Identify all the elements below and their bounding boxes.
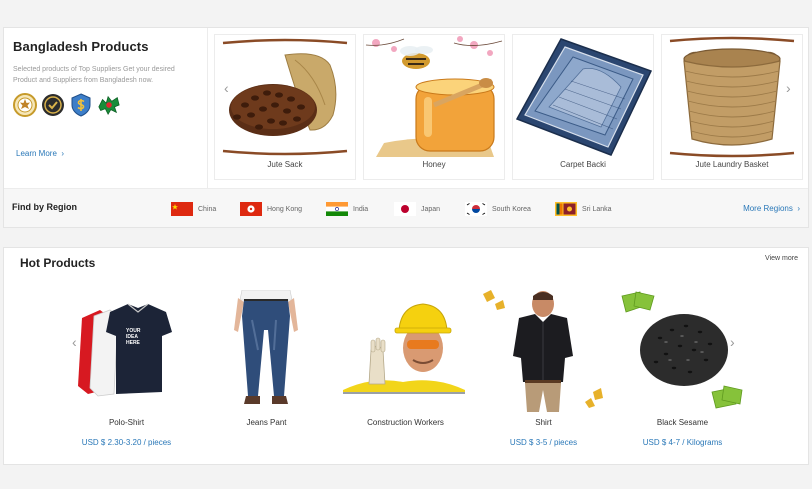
view-more-link[interactable]: View more bbox=[765, 255, 798, 262]
hot-product-construction-workers[interactable]: Construction Workers bbox=[343, 290, 468, 450]
region-label: India bbox=[353, 205, 369, 213]
hot-product-black-sesame[interactable]: Black Sesame USD $ 4-7 / Kilograms bbox=[620, 290, 745, 450]
polo-shirt-image: YOUR IDEA HERE bbox=[64, 290, 189, 414]
region-label: Sri Lanka bbox=[582, 205, 612, 213]
product-price: USD $ 3-5 / pieces bbox=[509, 438, 578, 447]
product-caption: Jute Sack bbox=[267, 160, 303, 169]
svg-text:HERE: HERE bbox=[126, 340, 141, 346]
region-label: Hong Kong bbox=[267, 205, 303, 213]
product-name: Jeans Pant bbox=[246, 418, 287, 427]
carpet-image bbox=[513, 35, 653, 159]
product-name: Construction Workers bbox=[367, 418, 444, 427]
region-japan[interactable]: Japan bbox=[394, 202, 440, 216]
hot-product-polo-shirt[interactable]: YOUR IDEA HERE Polo-Shirt USD $ 2.30-3.2… bbox=[64, 290, 189, 450]
black-sesame-image bbox=[620, 290, 745, 414]
verified-seal-badge-icon bbox=[41, 93, 65, 117]
bangladesh-intro: Bangladesh Products Selected products of… bbox=[4, 28, 208, 188]
region-label: South Korea bbox=[492, 205, 531, 213]
product-card-jute-laundry-basket[interactable]: Jute Laundry Basket bbox=[661, 34, 803, 180]
india-flag-icon bbox=[326, 202, 348, 216]
hot-product-shirt[interactable]: Shirt USD $ 3-5 / pieces bbox=[481, 290, 606, 450]
sri-lanka-flag-icon bbox=[555, 202, 577, 216]
gold-maple-badge-icon bbox=[13, 93, 37, 117]
product-price: USD $ 4-7 / Kilograms bbox=[642, 438, 723, 447]
product-name: Polo-Shirt bbox=[108, 418, 145, 427]
region-china[interactable]: China bbox=[171, 202, 216, 216]
south-korea-flag-icon bbox=[465, 202, 487, 216]
more-regions-label: More Regions bbox=[743, 204, 793, 213]
bangladesh-carousel: Jute Sack Honey Carpet Backi Jute Laundr… bbox=[214, 34, 810, 180]
bangladesh-title: Bangladesh Products bbox=[13, 39, 149, 54]
product-price: USD $ 2.30-3.20 / pieces bbox=[81, 438, 172, 447]
region-label: China bbox=[198, 205, 217, 213]
region-south-korea[interactable]: South Korea bbox=[465, 202, 531, 216]
product-card-carpet-backi[interactable]: Carpet Backi bbox=[512, 34, 654, 180]
region-india[interactable]: India bbox=[326, 202, 368, 216]
region-label: Japan bbox=[421, 205, 441, 213]
hot-product-jeans-pant[interactable]: Jeans Pant bbox=[204, 289, 329, 450]
product-card-honey[interactable]: Honey bbox=[363, 34, 505, 180]
product-caption: Jute Laundry Basket bbox=[695, 160, 769, 169]
construction-worker-image bbox=[343, 290, 468, 414]
jute-basket-image bbox=[662, 35, 802, 159]
carousel-next-chevron-right-icon[interactable]: › bbox=[786, 80, 791, 96]
japan-flag-icon bbox=[394, 202, 416, 216]
china-flag-icon bbox=[171, 202, 193, 216]
bangladesh-description: Selected products of Top Suppliers Get y… bbox=[13, 66, 175, 84]
jute-sack-image bbox=[215, 35, 355, 159]
carousel-prev-chevron-left-icon[interactable]: ‹ bbox=[224, 80, 229, 96]
shirt-image bbox=[481, 290, 606, 414]
product-card-jute-sack[interactable]: Jute Sack bbox=[214, 34, 356, 180]
region-hong-kong[interactable]: Hong Kong bbox=[240, 202, 302, 216]
supplier-badges bbox=[13, 93, 197, 117]
hong-kong-flag-icon bbox=[240, 202, 262, 216]
region-sri-lanka[interactable]: Sri Lanka bbox=[555, 202, 612, 216]
hot-products-panel: Hot Products View more ‹ › YOUR IDEA HER… bbox=[3, 247, 809, 465]
honey-image bbox=[364, 35, 504, 159]
product-name: Shirt bbox=[535, 418, 552, 427]
jeans-pant-image bbox=[204, 289, 329, 414]
dollar-shield-badge-icon bbox=[69, 93, 93, 117]
find-by-region-bar: Find by Region China Hong Kong India Jap… bbox=[4, 188, 808, 227]
more-regions-chevron-icon: › bbox=[797, 204, 800, 213]
learn-more-label: Learn More bbox=[16, 149, 57, 158]
product-caption: Carpet Backi bbox=[560, 160, 606, 169]
product-name: Black Sesame bbox=[656, 418, 709, 427]
hot-products-title: Hot Products bbox=[20, 256, 96, 270]
find-by-region-title: Find by Region bbox=[12, 202, 77, 212]
more-regions-link[interactable]: More Regions › bbox=[743, 204, 800, 213]
learn-more-chevron-icon: › bbox=[61, 149, 65, 158]
product-caption: Honey bbox=[422, 160, 446, 169]
bangladesh-map-badge-icon bbox=[97, 93, 121, 117]
learn-more-link[interactable]: Learn More › bbox=[16, 149, 64, 158]
bangladesh-products-panel: Bangladesh Products Selected products of… bbox=[3, 27, 809, 228]
